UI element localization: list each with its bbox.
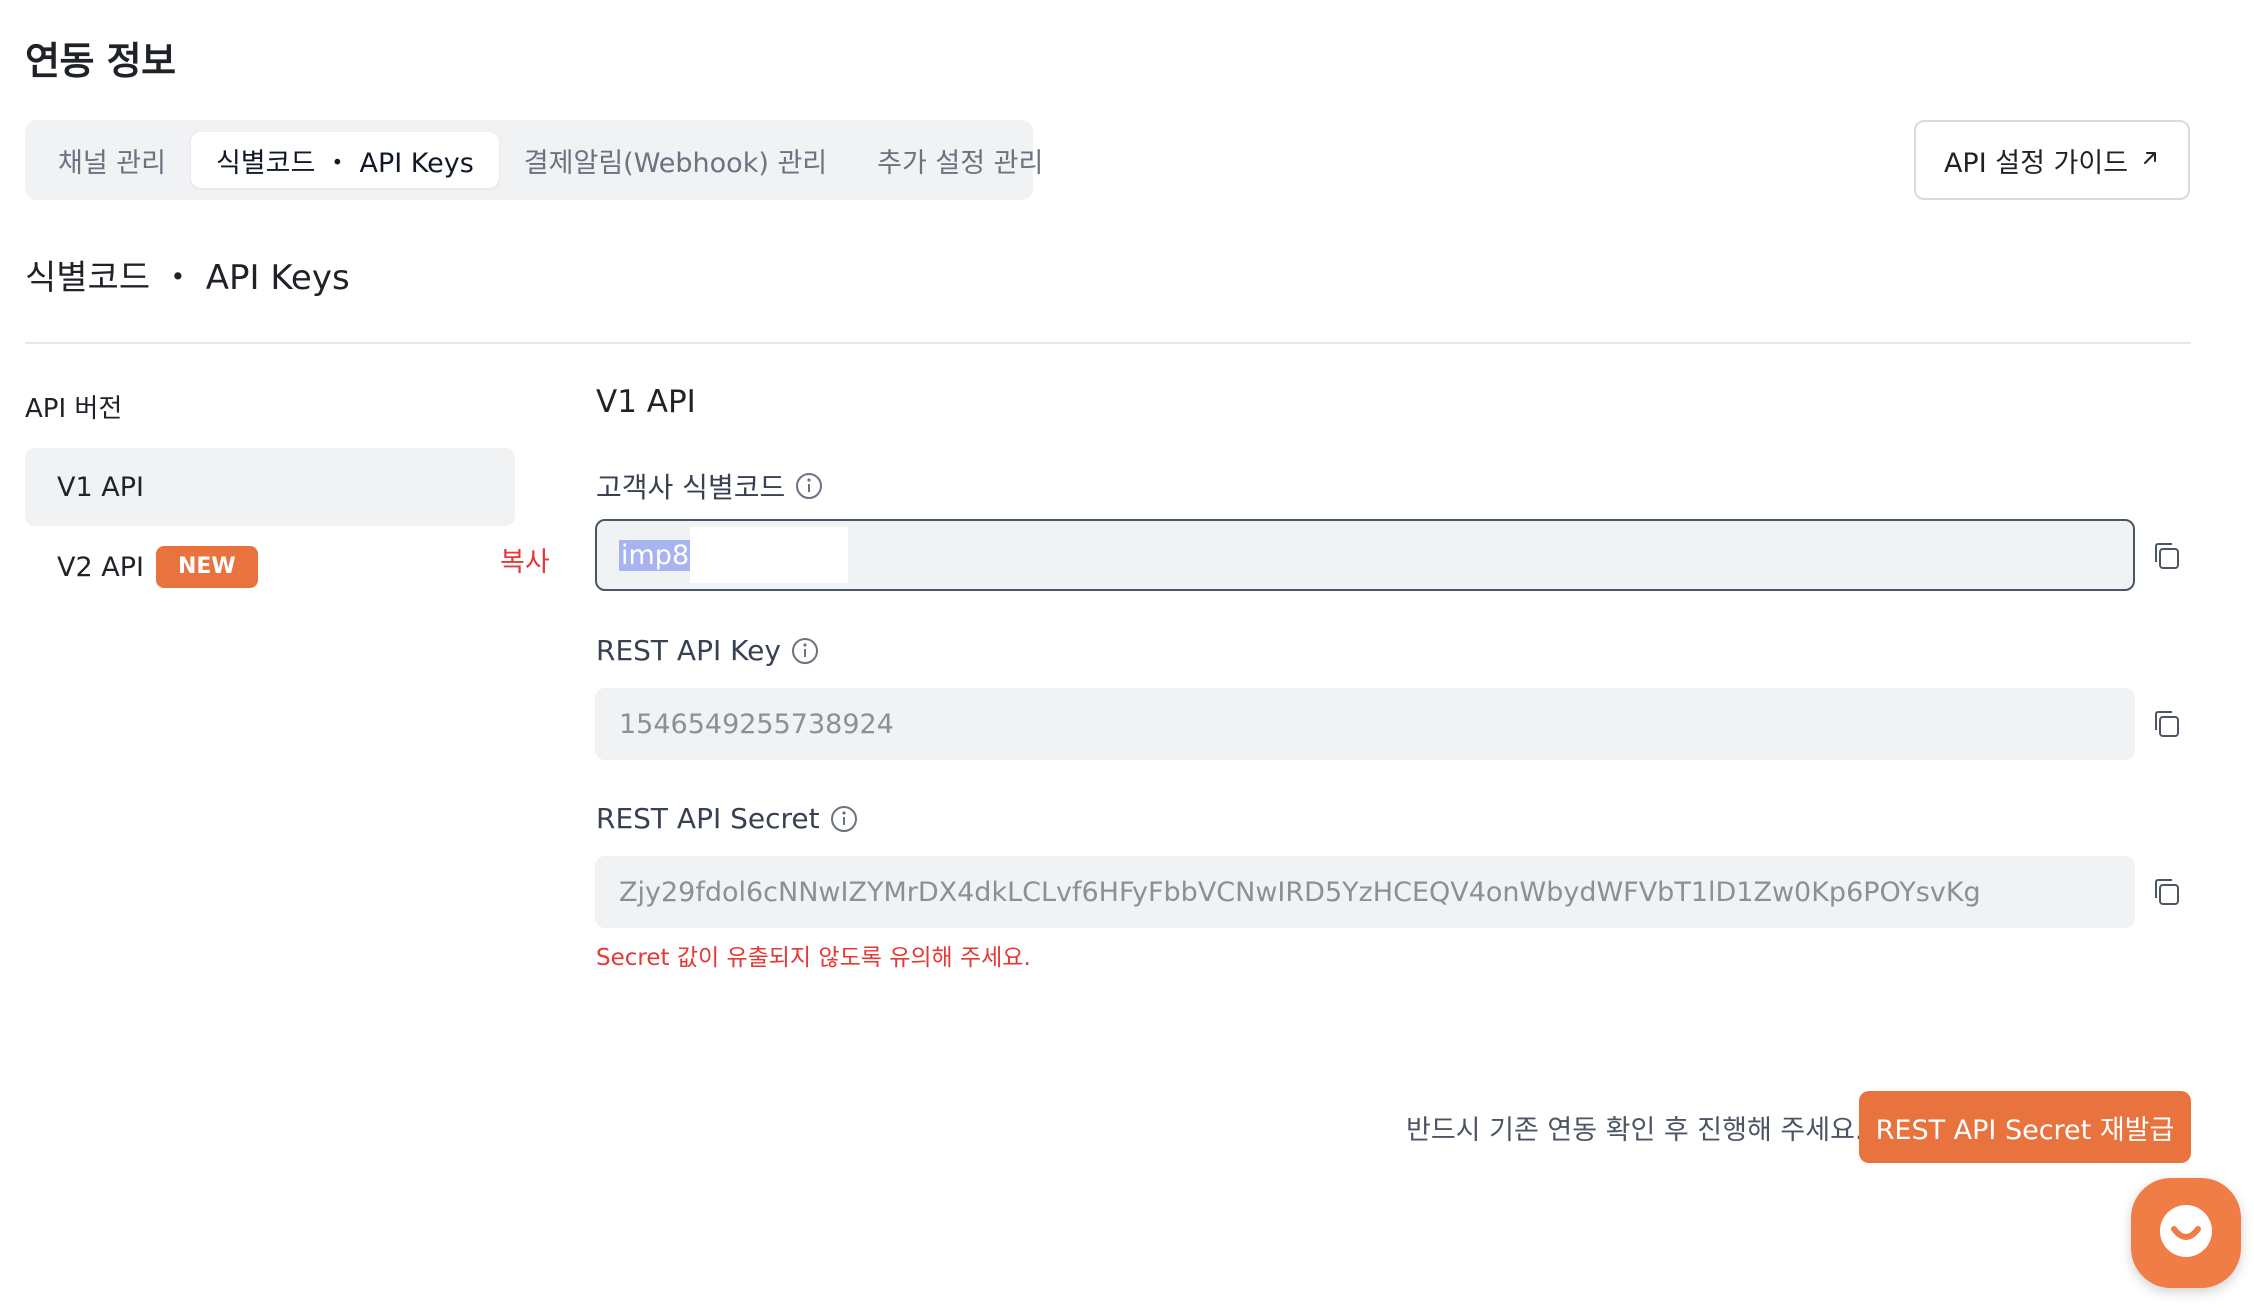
page: 연동 정보 채널 관리 식별코드 ・ API Keys 결제알림(Webhook…	[0, 0, 2254, 1310]
v1-api-heading: V1 API	[596, 384, 696, 420]
rest-api-key-field[interactable]: 1546549255738924	[595, 688, 2135, 760]
api-guide-button-label: API 설정 가이드	[1943, 147, 2129, 179]
sidebar-item-label: V1 API	[57, 471, 144, 503]
api-version-heading: API 버전	[25, 394, 123, 424]
secret-warning: Secret 값이 유출되지 않도록 유의해 주세요.	[596, 945, 1031, 971]
rest-api-key-value: 1546549255738924	[619, 708, 894, 740]
tab-channel-management[interactable]: 채널 관리	[33, 132, 191, 188]
tab-api-keys[interactable]: 식별코드 ・ API Keys	[190, 132, 499, 188]
info-icon[interactable]	[795, 472, 823, 500]
sidebar-item-label: V2 API	[57, 551, 144, 583]
info-icon[interactable]	[830, 805, 858, 833]
chat-icon	[2154, 1199, 2218, 1267]
merchant-code-value: imp8	[619, 539, 692, 571]
info-icon[interactable]	[791, 637, 819, 665]
rest-api-key-label-text: REST API Key	[596, 634, 781, 667]
external-arrow-icon	[2140, 146, 2160, 174]
sidebar-item-v1-api[interactable]: V1 API	[25, 448, 515, 526]
tab-additional-settings[interactable]: 추가 설정 관리	[852, 132, 1068, 188]
tab-webhook-management[interactable]: 결제알림(Webhook) 관리	[499, 132, 852, 188]
tab-bar: 채널 관리 식별코드 ・ API Keys 결제알림(Webhook) 관리 추…	[25, 120, 1043, 200]
sidebar-item-v2-api[interactable]: V2 API NEW	[25, 528, 515, 606]
footer-note: 반드시 기존 연동 확인 후 진행해 주세요.	[1406, 1115, 1864, 1146]
new-badge: NEW	[155, 546, 258, 588]
copy-tooltip: 복사	[500, 547, 550, 578]
page-title: 연동 정보	[25, 39, 176, 83]
api-guide-button[interactable]: API 설정 가이드	[1914, 120, 2190, 200]
section-title: 식별코드 ・ API Keys	[25, 258, 350, 298]
rest-api-key-label: REST API Key	[596, 634, 819, 667]
copy-icon[interactable]	[2150, 707, 2184, 741]
merchant-code-field[interactable]: imp8	[595, 519, 2135, 591]
merchant-code-label-text: 고객사 식별코드	[596, 471, 786, 504]
rest-api-secret-label: REST API Secret	[596, 802, 858, 835]
text-cursor-area	[690, 527, 849, 583]
copy-icon[interactable]	[2150, 875, 2184, 909]
rest-api-secret-value: Zjy29fdol6cNNwIZYMrDX4dkLCLvf6HFyFbbVCNw…	[619, 876, 1981, 908]
divider	[25, 342, 2191, 344]
reissue-secret-button[interactable]: REST API Secret 재발급	[1859, 1091, 2191, 1163]
merchant-code-label: 고객사 식별코드	[596, 466, 823, 506]
rest-api-secret-field[interactable]: Zjy29fdol6cNNwIZYMrDX4dkLCLvf6HFyFbbVCNw…	[595, 856, 2135, 928]
chat-button[interactable]	[2131, 1178, 2241, 1288]
rest-api-secret-label-text: REST API Secret	[596, 802, 820, 835]
copy-icon[interactable]	[2150, 539, 2184, 573]
